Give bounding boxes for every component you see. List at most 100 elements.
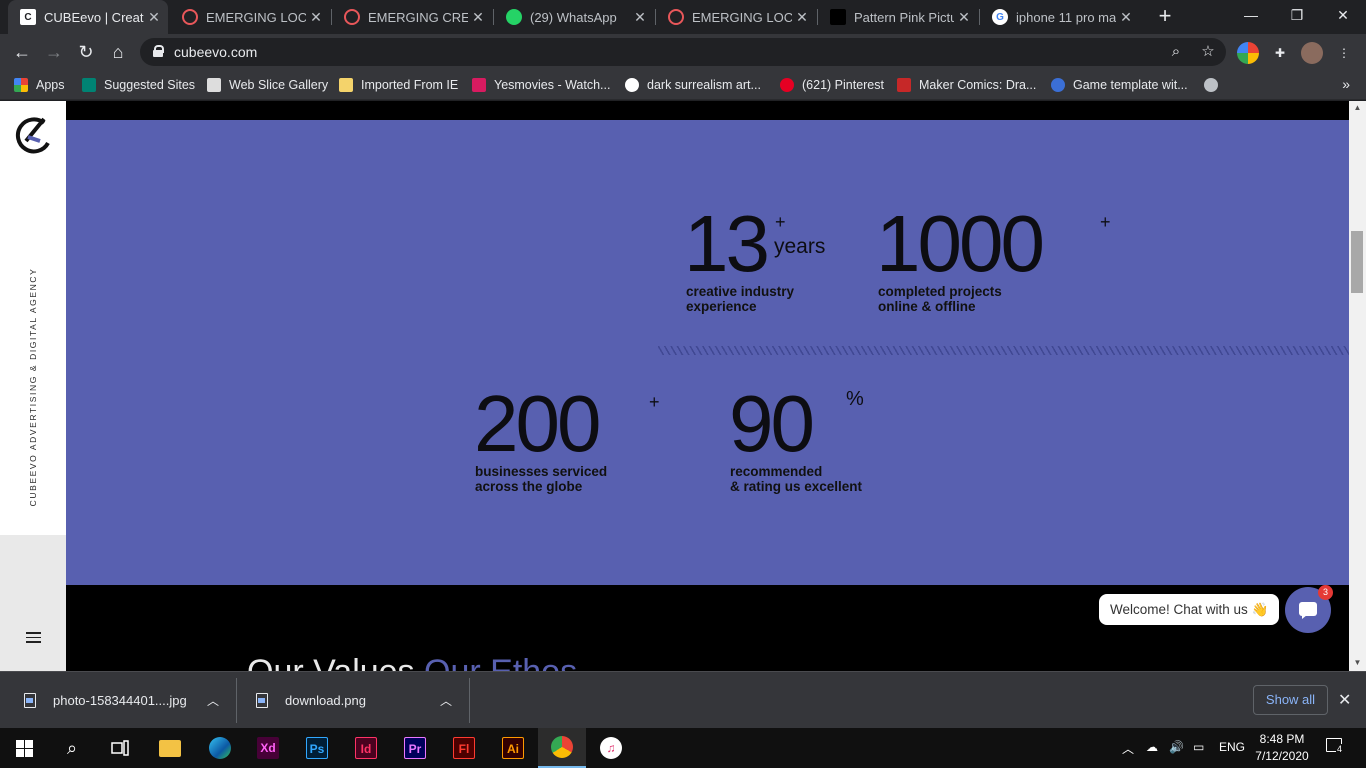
- bookmark-suggested-sites[interactable]: Suggested Sites: [82, 76, 195, 94]
- stat-suffix: +: [775, 212, 786, 232]
- web-page: CUBEEVO ADVERTISING & DIGITAL AGENCY 13 …: [0, 101, 1366, 671]
- download-item-png[interactable]: download.png: [256, 672, 366, 729]
- bookmark-imported-from-ie[interactable]: Imported From IE: [339, 76, 458, 94]
- ai-label: Ai: [502, 737, 524, 759]
- start-icon[interactable]: [0, 728, 48, 768]
- color-extension-icon[interactable]: [1237, 42, 1259, 64]
- volume-icon[interactable]: 🔊: [1169, 740, 1184, 754]
- scroll-down-icon[interactable]: ▼: [1349, 656, 1366, 670]
- close-icon[interactable]: ✕: [144, 9, 164, 26]
- hatched-divider: [658, 346, 1349, 355]
- bookmark-label: Game template wit...: [1073, 78, 1188, 92]
- apps-grid-icon: [14, 78, 28, 92]
- scrollbar-thumb[interactable]: [1351, 231, 1363, 293]
- notification-center-icon[interactable]: 4: [1326, 738, 1344, 755]
- bookmark-apps[interactable]: Apps: [14, 76, 65, 94]
- bookmark-star-icon[interactable]: ☆: [1198, 42, 1218, 62]
- chrome-icon[interactable]: [538, 728, 586, 768]
- illustrator-icon[interactable]: Ai: [489, 728, 537, 768]
- bookmarks-overflow-icon[interactable]: »: [1342, 76, 1350, 92]
- battery-icon[interactable]: ▭: [1193, 740, 1204, 754]
- close-icon[interactable]: ✕: [792, 9, 812, 26]
- windows-taskbar: ⌕ Xd Ps Id Pr Fl Ai ♫ ︿ ☁ 🔊 ▭ ENG 8:48 P…: [0, 728, 1366, 768]
- close-icon[interactable]: ✕: [1116, 9, 1136, 26]
- back-arrow-icon[interactable]: ←: [8, 38, 36, 66]
- zoom-icon[interactable]: ⌕: [1166, 42, 1186, 62]
- download-filename: photo-158344401....jpg: [53, 693, 187, 708]
- xd-icon[interactable]: Xd: [244, 728, 292, 768]
- image-file-icon: [256, 693, 268, 708]
- bookmark-pinterest[interactable]: (621) Pinterest: [780, 76, 884, 94]
- minimize-icon[interactable]: —: [1228, 0, 1274, 32]
- close-icon[interactable]: ✕: [468, 9, 488, 26]
- chat-welcome-bubble[interactable]: Welcome! Chat with us 👋: [1099, 594, 1280, 625]
- tab-emerging-local-2[interactable]: EMERGING LOCAL ✕: [656, 0, 816, 34]
- indesign-icon[interactable]: Id: [342, 728, 390, 768]
- system-clock[interactable]: 8:48 PM 7/12/2020: [1252, 731, 1312, 765]
- hamburger-menu-icon[interactable]: [26, 632, 41, 643]
- target-favicon-icon: [668, 9, 684, 25]
- close-icon[interactable]: ✕: [954, 9, 974, 26]
- bookmark-yesmovies[interactable]: Yesmovies - Watch...: [472, 76, 610, 94]
- window-close-icon[interactable]: ✕: [1320, 0, 1366, 32]
- google-favicon-icon: G: [992, 9, 1008, 25]
- show-all-button[interactable]: Show all: [1253, 685, 1328, 715]
- stat-label: recommended & rating us excellent: [730, 464, 862, 494]
- bookmark-maker-comics[interactable]: Maker Comics: Dra...: [897, 76, 1036, 94]
- tab-emerging-creative[interactable]: EMERGING CREATI ✕: [332, 0, 492, 34]
- photoshop-icon[interactable]: Ps: [293, 728, 341, 768]
- stat-label-line: experience: [686, 299, 757, 314]
- flash-icon[interactable]: Fl: [440, 728, 488, 768]
- scroll-up-icon[interactable]: ▲: [1349, 101, 1366, 115]
- task-view-icon[interactable]: [96, 728, 144, 768]
- yesmovies-icon: [472, 78, 486, 92]
- address-bar[interactable]: cubeevo.com ⌕ ☆: [140, 38, 1226, 66]
- language-indicator[interactable]: ENG: [1219, 740, 1245, 754]
- itunes-icon[interactable]: ♫: [587, 728, 635, 768]
- bookmark-label: Imported From IE: [361, 78, 459, 92]
- bookmark-game-template[interactable]: Game template wit...: [1051, 76, 1188, 94]
- bookmark-web-slice-gallery[interactable]: Web Slice Gallery: [207, 76, 328, 94]
- close-shelf-icon[interactable]: ✕: [1338, 690, 1351, 710]
- image-favicon-icon: [830, 9, 846, 25]
- google-icon: [625, 78, 639, 92]
- tab-emerging-local[interactable]: EMERGING LOCAL ✕: [170, 0, 330, 34]
- close-icon[interactable]: ✕: [630, 9, 650, 26]
- tab-whatsapp[interactable]: (29) WhatsApp ✕: [494, 0, 654, 34]
- chevron-up-icon[interactable]: ︿: [207, 692, 219, 709]
- edge-icon[interactable]: [196, 728, 244, 768]
- chevron-up-icon[interactable]: ︿: [440, 692, 452, 709]
- tab-pattern-pink[interactable]: Pattern Pink Pictur ✕: [818, 0, 978, 34]
- reload-icon[interactable]: ↻: [72, 38, 100, 66]
- agency-tagline: CUBEEVO ADVERTISING & DIGITAL AGENCY: [28, 267, 38, 507]
- page-scrollbar[interactable]: [1349, 101, 1366, 671]
- bookmark-globe[interactable]: [1204, 76, 1226, 94]
- stat-label-line: recommended: [730, 464, 823, 479]
- tab-cubeevo[interactable]: C CUBEevo | Creative ✕: [8, 0, 168, 34]
- notification-count: 4: [1336, 744, 1344, 754]
- web-slice-icon: [207, 78, 221, 92]
- download-item-photo[interactable]: photo-158344401....jpg: [24, 672, 187, 729]
- extensions-puzzle-icon[interactable]: ✚: [1269, 42, 1291, 64]
- tab-iphone-search[interactable]: G iphone 11 pro max ✕: [980, 0, 1140, 34]
- network-status-icon[interactable]: ☁: [1146, 740, 1158, 754]
- forward-arrow-icon[interactable]: →: [40, 38, 68, 66]
- bookmark-dark-surrealism[interactable]: dark surrealism art...: [625, 76, 761, 94]
- premiere-icon[interactable]: Pr: [391, 728, 439, 768]
- url-text[interactable]: cubeevo.com: [174, 44, 257, 60]
- restore-icon[interactable]: ❐: [1274, 0, 1320, 32]
- stat-unit-years: years: [774, 235, 826, 258]
- ps-label: Ps: [306, 737, 328, 759]
- tray-chevron-up-icon[interactable]: ︿: [1122, 740, 1134, 757]
- cubeevo-logo-icon[interactable]: [14, 115, 52, 155]
- id-label: Id: [355, 737, 377, 759]
- profile-avatar[interactable]: [1301, 42, 1323, 64]
- values-heading: Our Values Our Ethos: [247, 653, 577, 671]
- home-icon[interactable]: ⌂: [104, 38, 132, 66]
- chat-icon: [1299, 602, 1317, 619]
- menu-kebab-icon[interactable]: ⋮: [1333, 42, 1355, 64]
- close-icon[interactable]: ✕: [306, 9, 326, 26]
- file-explorer-icon[interactable]: [146, 728, 194, 768]
- search-icon[interactable]: ⌕: [48, 728, 96, 768]
- new-tab-button[interactable]: +: [1152, 4, 1178, 30]
